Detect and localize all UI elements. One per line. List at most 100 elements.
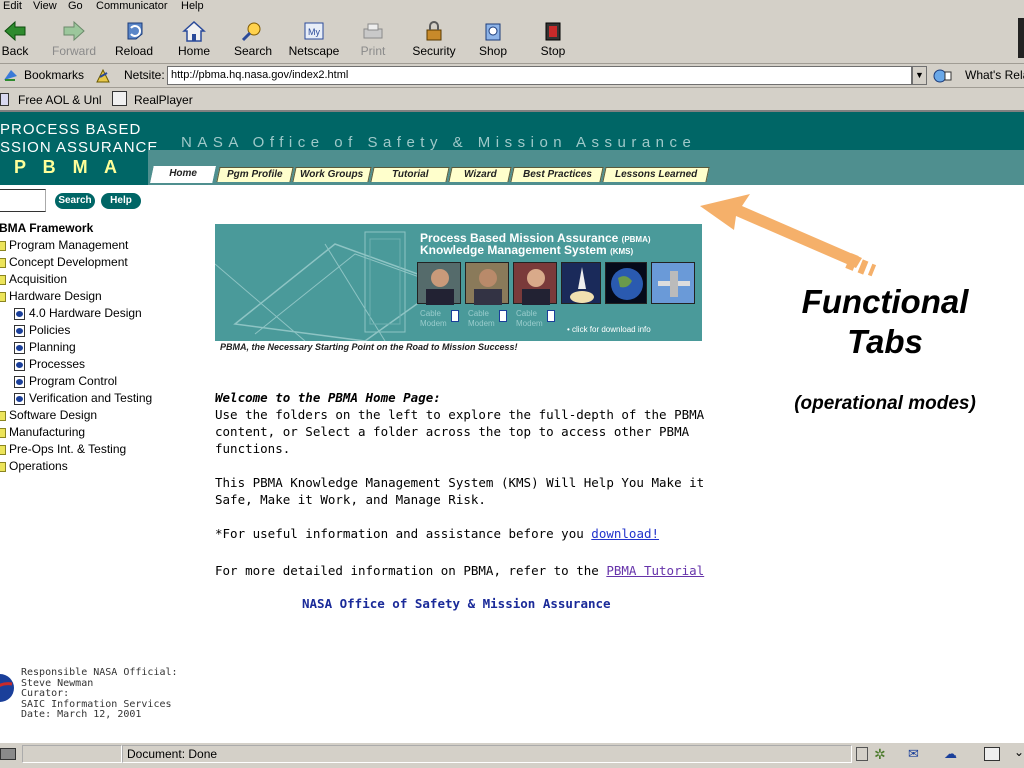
whats-related-icon[interactable] bbox=[932, 68, 960, 84]
forward-button[interactable]: Forward bbox=[50, 16, 98, 62]
curator-label: Curator: bbox=[21, 688, 70, 699]
search-label: Search bbox=[233, 44, 273, 58]
tree-item[interactable]: Operations bbox=[0, 458, 68, 474]
bookmarks-menu[interactable]: Bookmarks bbox=[24, 68, 84, 82]
tutorial-paragraph: For more detailed information on PBMA, r… bbox=[215, 563, 705, 578]
security-status-icon[interactable] bbox=[0, 748, 16, 760]
tab-work-groups[interactable]: Work Groups bbox=[292, 167, 372, 182]
reload-icon bbox=[127, 22, 143, 40]
home-button[interactable]: Home bbox=[173, 16, 215, 62]
tree-item[interactable]: Planning bbox=[14, 339, 76, 355]
search-button-browser[interactable]: Search bbox=[231, 16, 275, 62]
annotation-title: Functional Tabs bbox=[801, 283, 969, 360]
menu-bar: Edit View Go Communicator Help bbox=[0, 0, 1024, 14]
bookmarks-icon[interactable] bbox=[2, 68, 20, 83]
tab-tutorial[interactable]: Tutorial bbox=[370, 167, 450, 182]
tab-pgm-profile[interactable]: Pgm Profile bbox=[216, 167, 294, 182]
tree-item[interactable]: Verification and Testing bbox=[14, 390, 152, 406]
tree-item-label: Pre-Ops Int. & Testing bbox=[9, 442, 127, 456]
tree-item[interactable]: Processes bbox=[14, 356, 85, 372]
netscape-button[interactable]: My Netscape bbox=[286, 16, 342, 62]
shuttle-launch-photo bbox=[561, 262, 601, 304]
search-icon bbox=[241, 22, 261, 42]
reload-button[interactable]: Reload bbox=[112, 16, 156, 62]
url-dropdown-button[interactable]: ▼ bbox=[912, 66, 927, 85]
portrait-photo-2 bbox=[465, 262, 509, 305]
document-icon bbox=[14, 375, 25, 388]
tree-item-label: Program Management bbox=[9, 238, 129, 252]
chevron-down-icon: ▼ bbox=[915, 70, 924, 80]
home-icon bbox=[182, 20, 206, 42]
document-icon bbox=[14, 392, 25, 405]
tree-item[interactable]: Pre-Ops Int. & Testing bbox=[0, 441, 126, 457]
document-icon bbox=[14, 324, 25, 337]
tree-item[interactable]: Program Management bbox=[0, 237, 128, 253]
url-input[interactable]: http://pbma.hq.nasa.gov/index2.html bbox=[167, 66, 912, 85]
personal-toolbar: Free AOL & Unl RealPlayer bbox=[0, 88, 1024, 112]
tree-item-label: Policies bbox=[29, 323, 71, 337]
navigation-toolbar: Back Forward Reload Home Search My Netsc… bbox=[0, 14, 1024, 64]
stop-button[interactable]: Stop bbox=[538, 16, 568, 62]
sidebar-search-button[interactable]: Search bbox=[55, 193, 95, 209]
folder-open-icon bbox=[0, 291, 6, 302]
security-label: Security bbox=[412, 44, 456, 58]
bookmark-free-aol[interactable]: Free AOL & Unl bbox=[18, 93, 102, 107]
progress-bar bbox=[22, 745, 122, 763]
tree-item[interactable]: Manufacturing bbox=[0, 424, 85, 440]
tree-root[interactable]: BMA Framework bbox=[0, 220, 93, 236]
tree-item-label: Verification and Testing bbox=[29, 391, 153, 405]
earth-photo bbox=[605, 262, 647, 304]
composer-component-icon[interactable] bbox=[984, 747, 1000, 761]
tree-item[interactable]: Acquisition bbox=[0, 271, 67, 287]
sidebar-search-input[interactable] bbox=[0, 189, 46, 212]
tab-lessons-learned[interactable]: Lessons Learned bbox=[602, 167, 710, 182]
back-button[interactable]: Back bbox=[0, 16, 30, 62]
document-icon bbox=[14, 358, 25, 371]
print-button[interactable]: Print bbox=[356, 16, 390, 62]
tree-item-label: Operations bbox=[9, 459, 68, 473]
logo-pbma: P B M A bbox=[14, 157, 124, 177]
tree-item[interactable]: Program Control bbox=[14, 373, 117, 389]
status-bar: Document: Done ✲ ✉ ☁ ⌄ bbox=[0, 742, 1024, 768]
click-download-info[interactable]: • click for download info bbox=[567, 325, 651, 334]
modem-icon-1 bbox=[451, 310, 459, 322]
menu-communicator[interactable]: Communicator bbox=[96, 0, 168, 12]
home-label: Home bbox=[177, 44, 210, 58]
modem-icon-2 bbox=[499, 310, 507, 322]
tree-item[interactable]: 4.0 Hardware Design bbox=[14, 305, 142, 321]
lock-icon bbox=[426, 21, 442, 41]
folder-icon bbox=[0, 410, 6, 421]
official-info: Responsible NASA Official: Steve Newman … bbox=[21, 667, 178, 721]
folder-icon bbox=[0, 461, 6, 472]
banner-title-2: Knowledge Management System (KMS) bbox=[420, 243, 634, 257]
portrait-photo-1 bbox=[417, 262, 461, 305]
tab-best-practices[interactable]: Best Practices bbox=[510, 167, 604, 182]
menu-help[interactable]: Help bbox=[181, 0, 204, 12]
security-button[interactable]: Security bbox=[410, 16, 458, 62]
pbma-tutorial-link[interactable]: PBMA Tutorial bbox=[606, 563, 704, 578]
menu-go[interactable]: Go bbox=[68, 0, 83, 12]
back-label: Back bbox=[1, 44, 29, 58]
svg-text:My: My bbox=[308, 27, 320, 37]
forward-label: Forward bbox=[51, 44, 96, 58]
tab-wizard[interactable]: Wizard bbox=[448, 167, 512, 182]
page-content: PROCESS BASED SSION ASSURANCE P B M A NA… bbox=[0, 112, 1024, 742]
mail-component-icon[interactable]: ✉ bbox=[908, 746, 919, 762]
menu-view[interactable]: View bbox=[33, 0, 57, 12]
tree-item[interactable]: Hardware Design bbox=[0, 288, 102, 304]
logo-line-1: PROCESS BASED bbox=[0, 121, 142, 138]
tab-home[interactable]: Home bbox=[150, 166, 216, 183]
whats-related-button[interactable]: What's Rela bbox=[965, 68, 1024, 82]
tree-item[interactable]: Policies bbox=[14, 322, 70, 338]
sidebar-help-button[interactable]: Help bbox=[101, 193, 141, 209]
bookmark-realplayer[interactable]: RealPlayer bbox=[134, 93, 193, 107]
pbma-kms-banner[interactable]: Process Based Mission Assurance (PBMA) K… bbox=[215, 224, 702, 341]
discussion-component-icon[interactable]: ☁ bbox=[944, 746, 957, 762]
tree-item[interactable]: Concept Development bbox=[0, 254, 128, 270]
folder-icon bbox=[0, 274, 6, 285]
download-link[interactable]: download! bbox=[591, 526, 659, 541]
shop-button[interactable]: Shop bbox=[476, 16, 510, 62]
tree-item[interactable]: Software Design bbox=[0, 407, 97, 423]
navigator-component-icon[interactable]: ✲ bbox=[874, 746, 886, 763]
menu-edit[interactable]: Edit bbox=[3, 0, 22, 12]
